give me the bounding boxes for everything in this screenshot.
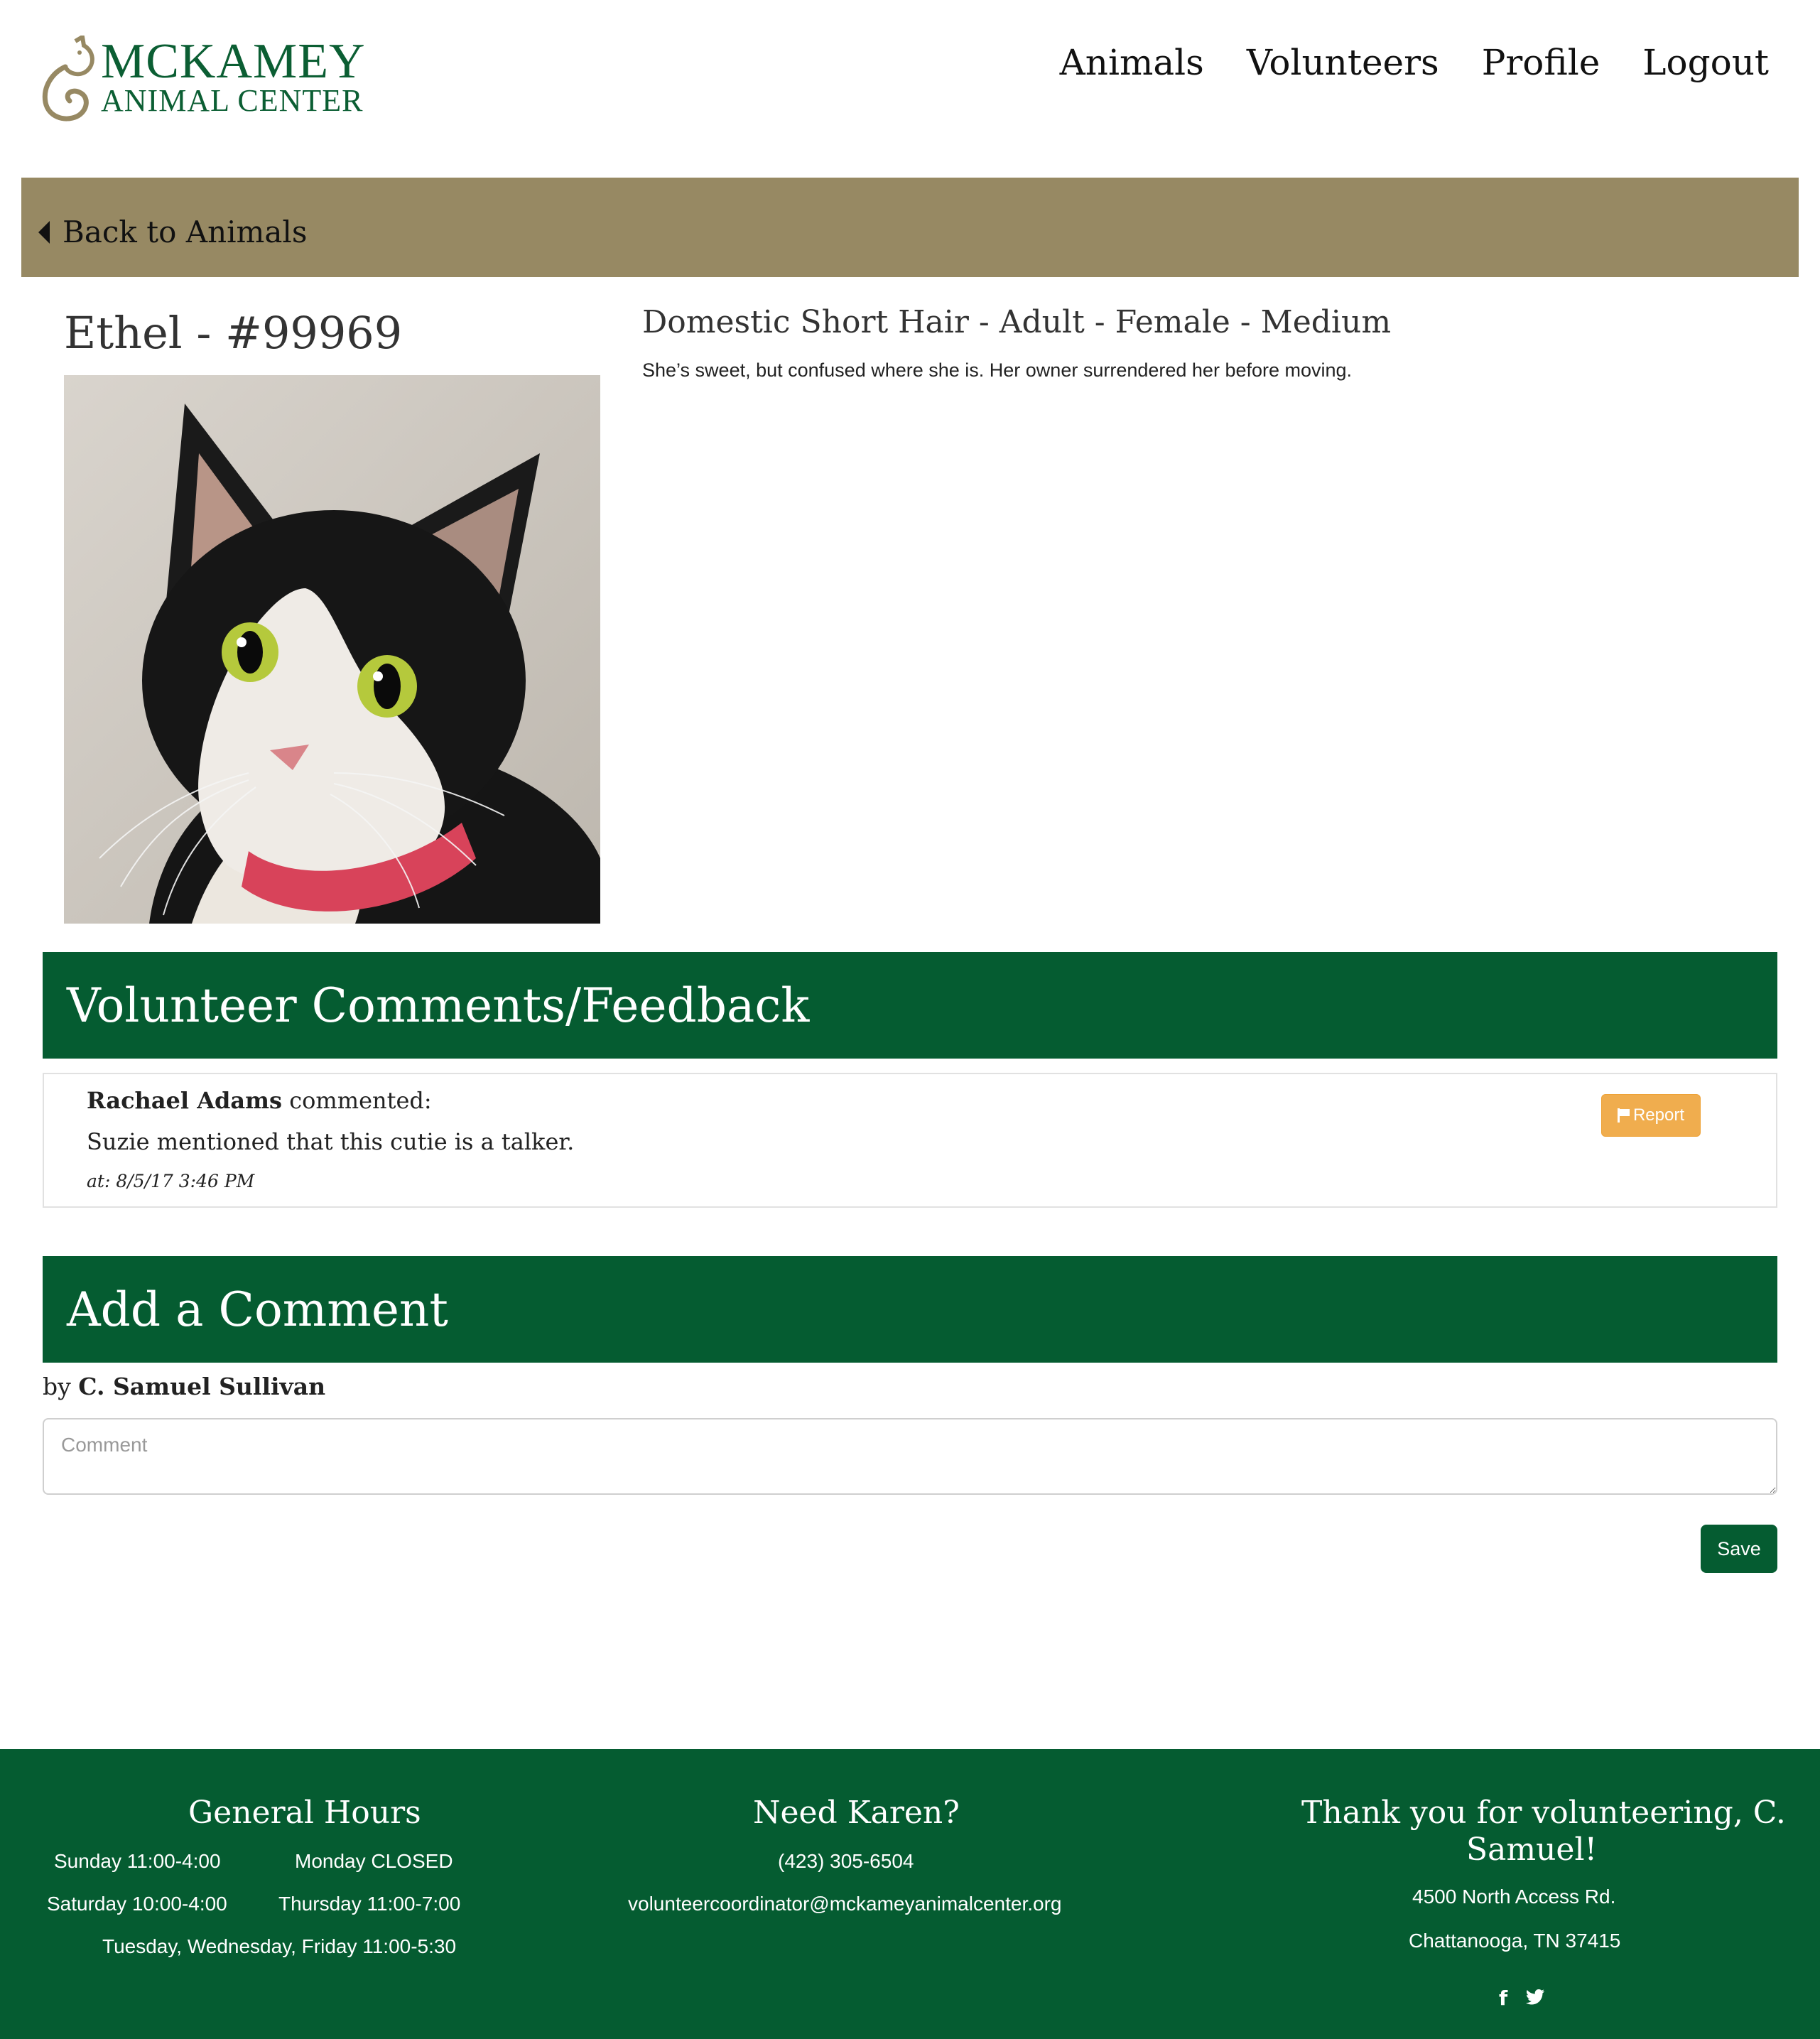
caret-left-icon bbox=[38, 220, 50, 244]
cat-photo-illustration bbox=[64, 375, 600, 924]
animal-title: Ethel - #99969 bbox=[64, 307, 403, 359]
footer-thanks-title-line1: Thank you for volunteering, C. bbox=[1301, 1795, 1786, 1831]
hours-sunday: Sunday 11:00-4:00 bbox=[54, 1850, 221, 1872]
social-links: f bbox=[1499, 1986, 1545, 2010]
by-name: C. Samuel Sullivan bbox=[78, 1373, 326, 1400]
comment-by-line: by C. Samuel Sullivan bbox=[43, 1373, 325, 1400]
animal-description: She’s sweet, but confused where she is. … bbox=[642, 359, 1353, 381]
footer-address-line1: 4500 North Access Rd. bbox=[1412, 1886, 1616, 1908]
cat-dog-logo-icon bbox=[42, 36, 94, 121]
hours-saturday: Saturday 10:00-4:00 bbox=[47, 1893, 227, 1915]
hours-thursday: Thursday 11:00-7:00 bbox=[278, 1893, 461, 1915]
logo-title: MCKAMEY bbox=[101, 34, 366, 89]
add-comment-title: Add a Comment bbox=[67, 1282, 448, 1337]
facebook-icon[interactable]: f bbox=[1499, 1986, 1507, 2010]
comments-section-header: Volunteer Comments/Feedback bbox=[43, 952, 1777, 1059]
report-label: Report bbox=[1632, 1105, 1685, 1125]
logo-subtitle: ANIMAL CENTER bbox=[101, 83, 364, 118]
nav-profile[interactable]: Profile bbox=[1482, 37, 1600, 88]
report-button[interactable]: Report bbox=[1601, 1094, 1701, 1137]
back-to-animals-link[interactable]: Back to Animals bbox=[38, 215, 307, 249]
hours-weekdays: Tuesday, Wednesday, Friday 11:00-5:30 bbox=[102, 1935, 457, 1957]
footer-thanks-title-line2: Samuel! bbox=[1466, 1832, 1598, 1868]
footer-contact-title: Need Karen? bbox=[753, 1795, 960, 1831]
comment-author: Rachael Adams bbox=[87, 1087, 283, 1114]
animal-photo bbox=[64, 375, 600, 924]
comment-author-line: Rachael Adams commented: bbox=[87, 1087, 432, 1114]
add-comment-header: Add a Comment bbox=[43, 1256, 1777, 1363]
footer-hours-title: General Hours bbox=[188, 1795, 421, 1831]
nav-logout[interactable]: Logout bbox=[1642, 37, 1769, 88]
twitter-icon[interactable] bbox=[1526, 1986, 1545, 2010]
animal-info: Domestic Short Hair - Adult - Female - M… bbox=[642, 304, 1392, 340]
hours-monday: Monday CLOSED bbox=[295, 1850, 453, 1872]
footer-phone[interactable]: (423) 305-6504 bbox=[778, 1850, 914, 1873]
twitter-bird-icon bbox=[1526, 1989, 1545, 2005]
comment-timestamp: at: 8/5/17 3:46 PM bbox=[87, 1171, 255, 1191]
comment-input[interactable] bbox=[43, 1418, 1777, 1495]
comment-card: Rachael Adams commented: Suzie mentioned… bbox=[43, 1073, 1777, 1208]
main-nav: Animals Volunteers Profile Logout bbox=[1060, 37, 1769, 88]
footer-address-line2: Chattanooga, TN 37415 bbox=[1409, 1930, 1621, 1952]
back-bar: Back to Animals bbox=[21, 178, 1799, 277]
nav-animals[interactable]: Animals bbox=[1060, 37, 1204, 88]
by-prefix: by bbox=[43, 1373, 71, 1400]
back-link-label: Back to Animals bbox=[63, 215, 308, 249]
comment-verb: commented: bbox=[289, 1087, 432, 1114]
footer-email[interactable]: volunteercoordinator@mckameyanimalcenter… bbox=[628, 1893, 1062, 1915]
nav-volunteers[interactable]: Volunteers bbox=[1247, 37, 1439, 88]
flag-icon bbox=[1617, 1108, 1630, 1123]
save-button[interactable]: Save bbox=[1701, 1525, 1777, 1573]
comment-text: Suzie mentioned that this cutie is a tal… bbox=[87, 1128, 575, 1155]
mckamey-logo[interactable]: MCKAMEY ANIMAL CENTER bbox=[33, 36, 367, 124]
comments-section-title: Volunteer Comments/Feedback bbox=[67, 978, 810, 1033]
